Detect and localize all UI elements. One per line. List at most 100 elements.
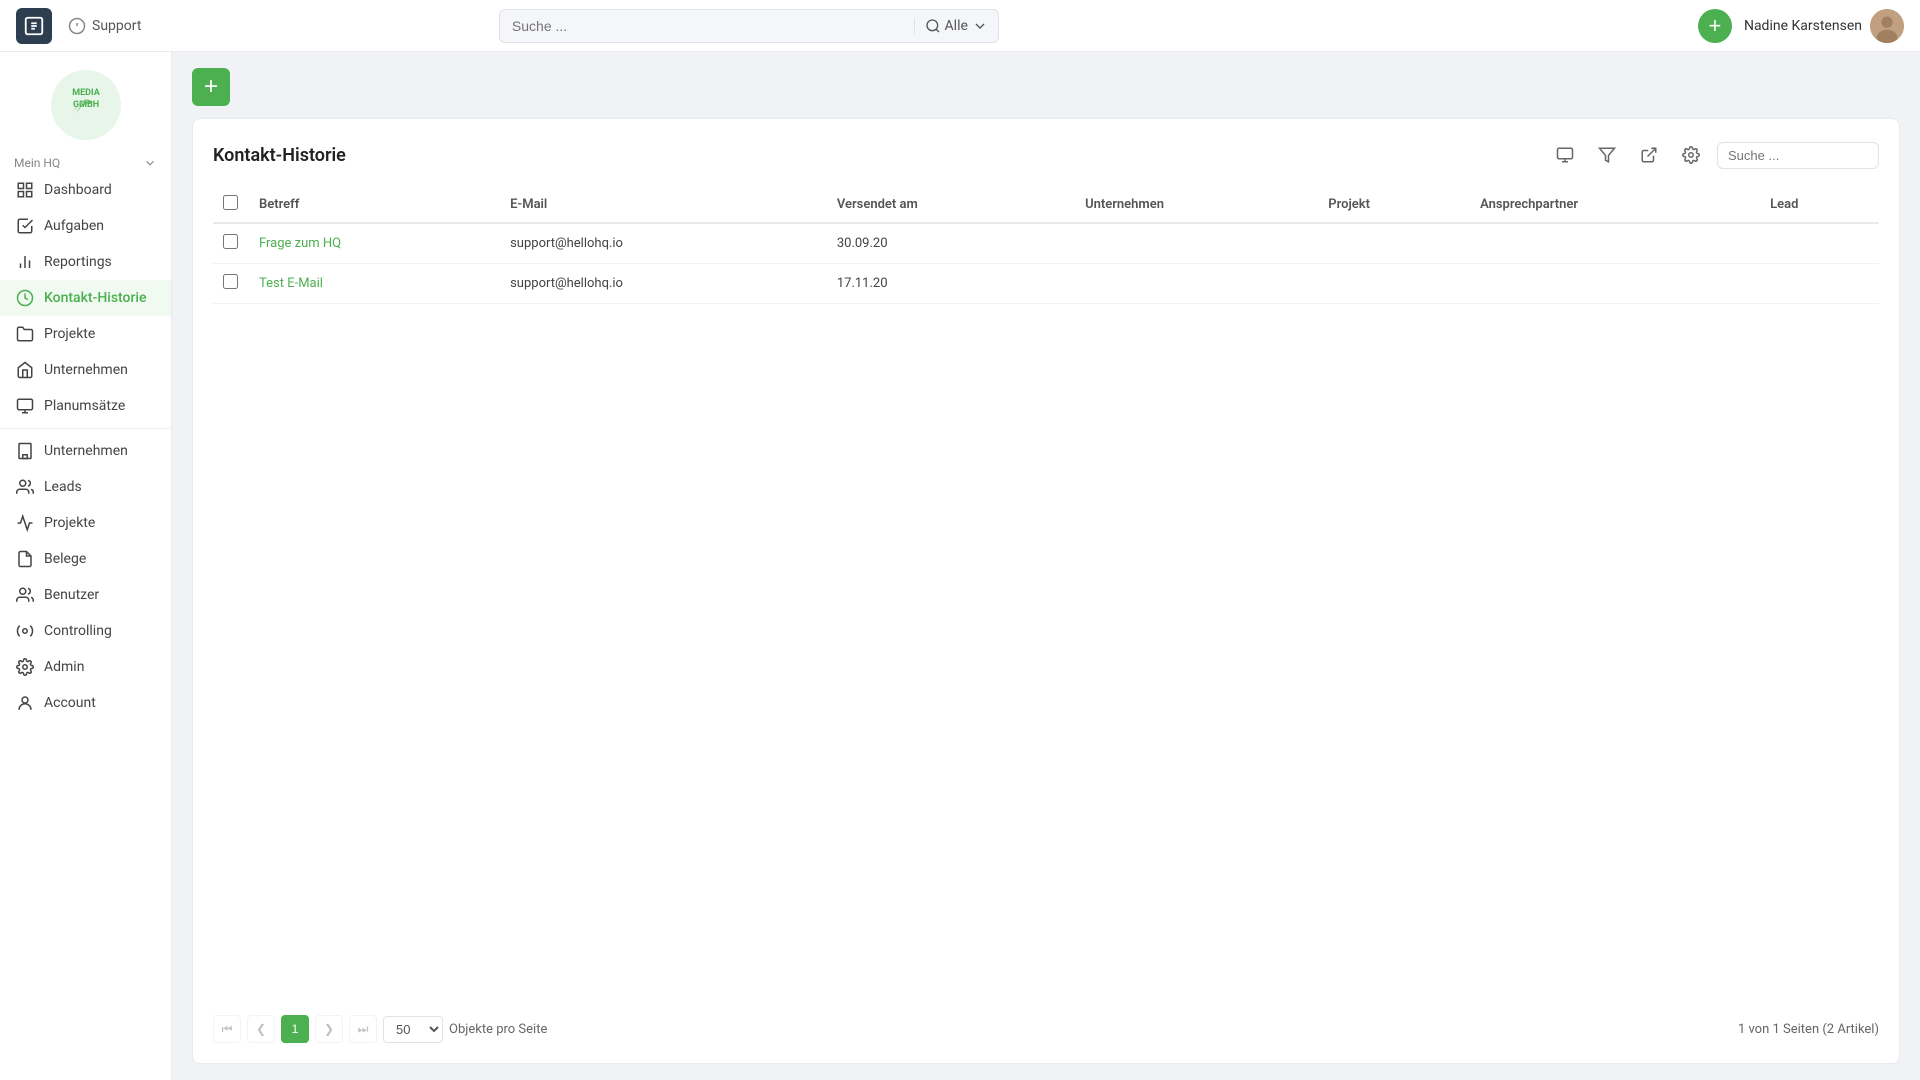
sidebar-item-unternehmen-top[interactable]: Unternehmen [0,352,171,388]
sidebar-item-label: Planumsätze [44,398,125,414]
kontakt-table: Betreff E-Mail Versendet am Unternehmen … [213,187,1879,304]
app-logo[interactable] [16,8,52,44]
docs-icon [16,550,34,568]
chart-icon [16,253,34,271]
sidebar-item-planumsätze[interactable]: Planumsätze [0,388,171,424]
cell-projekt [1318,264,1470,304]
sidebar-item-controlling[interactable]: Controlling [0,613,171,649]
sidebar-item-belege[interactable]: Belege [0,541,171,577]
table-row: Frage zum HQ support@hellohq.io 30.09.20 [213,223,1879,264]
avatar [1870,9,1904,43]
table-head: Betreff E-Mail Versendet am Unternehmen … [213,187,1879,223]
topbar-add-button[interactable]: + [1698,9,1732,43]
mein-hq-label: Mein HQ [14,156,60,170]
card-header: Kontakt-Historie [213,139,1879,171]
sidebar-item-account[interactable]: Account [0,685,171,721]
prev-page-btn[interactable]: ❮ [247,1015,275,1043]
col-betreff: Betreff [249,187,500,223]
svg-text:MEDIA: MEDIA [72,88,101,98]
sidebar-item-aufgaben[interactable]: Aufgaben [0,208,171,244]
user-name: Nadine Karstensen [1744,18,1862,34]
page-info: 1 von 1 Seiten (2 Artikel) [1738,1022,1879,1037]
sidebar-logo-area: MEDIA GMBH [0,60,171,154]
sidebar-divider [0,428,171,429]
sidebar: MEDIA GMBH Mein HQ Dashboard Aufgaben [0,52,172,1080]
col-ansprechpartner: Ansprechpartner [1470,187,1760,223]
table-wrap: Betreff E-Mail Versendet am Unternehmen … [213,187,1879,999]
table-row: Test E-Mail support@hellohq.io 17.11.20 [213,264,1879,304]
search-filter-btn[interactable]: Alle [914,18,998,34]
per-page-label: Objekte pro Seite [449,1022,547,1037]
filter-button[interactable] [1591,139,1623,171]
search-filter-label: Alle [945,18,968,34]
projects-icon [16,325,34,343]
dashboard-icon [16,181,34,199]
per-page-select[interactable]: 50 25 100 [383,1016,443,1043]
row-checkbox[interactable] [223,234,238,249]
tasks-icon [16,217,34,235]
card-title: Kontakt-Historie [213,145,1549,166]
chevron-down-icon [143,156,157,170]
main-layout: MEDIA GMBH Mein HQ Dashboard Aufgaben [0,52,1920,1080]
pagination: ⏮ ❮ 1 ❯ ⏭ 50 25 100 Objekte pro Seite 1 … [213,1015,1879,1043]
next-page-btn[interactable]: ❯ [315,1015,343,1043]
page-1-btn[interactable]: 1 [281,1015,309,1043]
sidebar-item-label: Admin [44,659,84,675]
settings-button[interactable] [1675,139,1707,171]
add-content-button[interactable]: + [192,68,230,106]
sidebar-item-label: Aufgaben [44,218,104,234]
support-link[interactable]: Support [68,17,141,35]
first-page-btn[interactable]: ⏮ [213,1015,241,1043]
users-icon [16,586,34,604]
search-icon [925,18,941,34]
building-icon [16,361,34,379]
export-icon [1640,146,1658,164]
topbar: Support Alle + Nadine Karstensen [0,0,1920,52]
sidebar-item-projekte[interactable]: Projekte [0,505,171,541]
company-logo: MEDIA GMBH [51,70,121,140]
sidebar-item-label: Leads [44,479,82,495]
sidebar-item-benutzer[interactable]: Benutzer [0,577,171,613]
search-input[interactable] [500,10,914,42]
export-button[interactable] [1633,139,1665,171]
projects2-icon [16,514,34,532]
select-all-col [213,187,249,223]
cell-projekt [1318,223,1470,264]
select-all-checkbox[interactable] [223,195,238,210]
last-page-btn[interactable]: ⏭ [349,1015,377,1043]
cell-versendet-am: 17.11.20 [827,264,1075,304]
sidebar-item-label: Dashboard [44,182,112,198]
col-lead: Lead [1760,187,1879,223]
sidebar-item-label: Belege [44,551,86,567]
monitor-view-button[interactable] [1549,139,1581,171]
row-checkbox[interactable] [223,274,238,289]
table-body: Frage zum HQ support@hellohq.io 30.09.20… [213,223,1879,304]
sidebar-item-projekte-top[interactable]: Projekte [0,316,171,352]
row-checkbox-cell [213,223,249,264]
cell-unternehmen [1075,223,1318,264]
cell-betreff: Test E-Mail [249,264,500,304]
content-area: + Kontakt-Historie [172,52,1920,1080]
account-icon [16,694,34,712]
sidebar-item-leads[interactable]: Leads [0,469,171,505]
sidebar-item-label: Reportings [44,254,112,270]
cell-lead [1760,264,1879,304]
avatar-image [1870,9,1904,43]
cell-betreff: Frage zum HQ [249,223,500,264]
sidebar-item-dashboard[interactable]: Dashboard [0,172,171,208]
sidebar-item-label: Unternehmen [44,362,128,378]
sidebar-item-kontakt-historie[interactable]: Kontakt-Historie [0,280,171,316]
user-menu[interactable]: Nadine Karstensen [1744,9,1904,43]
sidebar-item-reportings[interactable]: Reportings [0,244,171,280]
cell-versendet-am: 30.09.20 [827,223,1075,264]
table-search-input[interactable] [1728,148,1868,163]
sidebar-item-unternehmen[interactable]: Unternehmen [0,433,171,469]
sidebar-item-label: Unternehmen [44,443,128,459]
cell-unternehmen [1075,264,1318,304]
support-icon [68,17,86,35]
sidebar-item-admin[interactable]: Admin [0,649,171,685]
sidebar-item-label: Controlling [44,623,112,639]
sidebar-item-label: Projekte [44,515,95,531]
filter-icon [1598,146,1616,164]
chevron-down-icon [972,18,988,34]
